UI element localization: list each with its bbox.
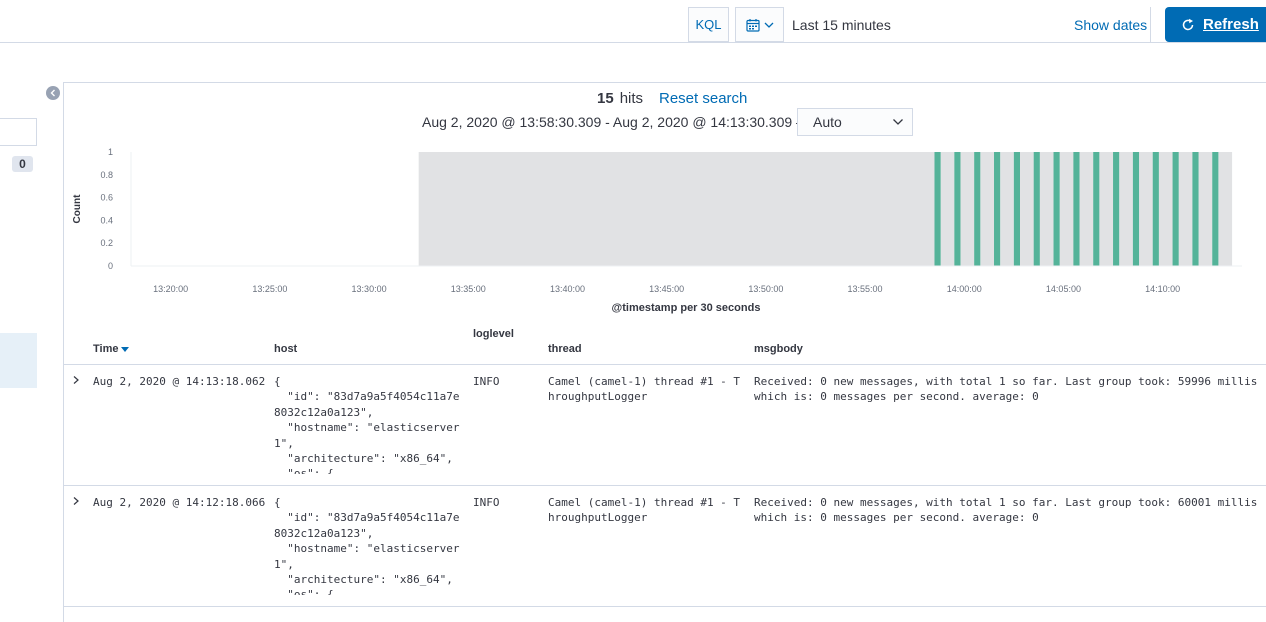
histogram-bar bbox=[1033, 152, 1040, 266]
x-tick-label: 14:00:00 bbox=[947, 284, 982, 294]
x-tick-label: 13:40:00 bbox=[550, 284, 585, 294]
chevron-down-icon bbox=[893, 119, 903, 125]
shaded-gap bbox=[980, 152, 995, 266]
histogram-bar bbox=[1113, 152, 1120, 266]
histogram-bar bbox=[1172, 152, 1179, 266]
cell-time: Aug 2, 2020 @ 14:13:18.062 bbox=[93, 375, 266, 388]
table-header: Time host loglevel thread msgbody bbox=[64, 320, 1266, 365]
x-tick-label: 13:55:00 bbox=[848, 284, 883, 294]
calendar-icon bbox=[745, 18, 760, 32]
shaded-gap bbox=[1198, 152, 1213, 266]
histogram-bar bbox=[994, 152, 1001, 266]
selected-field-item[interactable] bbox=[0, 333, 37, 388]
cell-thread: Camel (camel-1) thread #1 - ThroughputLo… bbox=[548, 375, 741, 404]
divider bbox=[1150, 7, 1151, 42]
column-header-thread[interactable]: thread bbox=[548, 343, 582, 355]
shaded-gap bbox=[1059, 152, 1074, 266]
column-header-host[interactable]: host bbox=[274, 343, 297, 355]
refresh-label: Refresh bbox=[1203, 16, 1259, 33]
refresh-button[interactable]: Refresh bbox=[1165, 7, 1266, 42]
column-header-time[interactable]: Time bbox=[93, 343, 130, 355]
histogram-bar bbox=[1073, 152, 1080, 266]
x-tick-label: 13:25:00 bbox=[252, 284, 287, 294]
histogram-bar bbox=[1093, 152, 1100, 266]
refresh-icon bbox=[1182, 18, 1194, 30]
column-header-msgbody[interactable]: msgbody bbox=[754, 343, 803, 355]
interval-select[interactable]: Auto bbox=[797, 108, 913, 136]
hits-label: hits bbox=[619, 90, 644, 107]
cell-host: { "id": "83d7a9a5f4054c11a7e8032c12a0a12… bbox=[274, 496, 460, 595]
y-tick-label: 0.4 bbox=[100, 215, 113, 225]
field-search-input[interactable] bbox=[0, 118, 37, 146]
histogram-bar bbox=[954, 152, 961, 266]
shaded-gap bbox=[1099, 152, 1114, 266]
y-tick-label: 0.8 bbox=[100, 170, 113, 180]
shaded-gap bbox=[1139, 152, 1153, 266]
quick-date-picker-button[interactable] bbox=[735, 7, 784, 42]
chevron-down-icon bbox=[764, 22, 773, 28]
x-tick-label: 14:10:00 bbox=[1145, 284, 1180, 294]
column-header-time-label: Time bbox=[93, 343, 119, 355]
cell-thread: Camel (camel-1) thread #1 - ThroughputLo… bbox=[548, 496, 741, 525]
x-tick-label: 13:50:00 bbox=[748, 284, 783, 294]
x-tick-label: 13:20:00 bbox=[153, 284, 188, 294]
histogram-bar bbox=[1212, 152, 1219, 266]
y-tick-label: 0.2 bbox=[100, 238, 113, 248]
histogram-bar bbox=[1192, 152, 1199, 266]
chevron-right-icon[interactable] bbox=[72, 375, 80, 385]
cell-host: { "id": "83d7a9a5f4054c11a7e8032c12a0a12… bbox=[274, 375, 460, 474]
shaded-gap bbox=[1079, 152, 1094, 266]
hits-count: 15 bbox=[597, 90, 614, 107]
reset-search-link[interactable]: Reset search bbox=[659, 90, 747, 107]
histogram-time-range: Aug 2, 2020 @ 13:58:30.309 - Aug 2, 2020… bbox=[422, 114, 811, 130]
shaded-gap bbox=[1000, 152, 1014, 266]
interval-value: Auto bbox=[813, 114, 842, 130]
y-tick-label: 1 bbox=[108, 147, 113, 157]
histogram-bar bbox=[934, 152, 941, 266]
shaded-gap bbox=[940, 152, 955, 266]
sort-descending-icon[interactable] bbox=[121, 346, 130, 352]
cell-loglevel: INFO bbox=[473, 496, 500, 509]
histogram-bar bbox=[1152, 152, 1159, 266]
collapse-sidebar-button[interactable] bbox=[46, 86, 60, 100]
kql-toggle-button[interactable]: KQL bbox=[688, 7, 729, 42]
histogram-bar bbox=[1053, 152, 1060, 266]
chevron-right-icon[interactable] bbox=[72, 496, 80, 506]
shaded-gap bbox=[1019, 152, 1034, 266]
y-tick-label: 0.6 bbox=[100, 193, 113, 203]
shaded-gap bbox=[1119, 152, 1133, 266]
x-tick-label: 13:35:00 bbox=[451, 284, 486, 294]
cell-msgbody: Received: 0 new messages, with total 1 s… bbox=[754, 375, 1264, 404]
x-tick-label: 14:05:00 bbox=[1046, 284, 1081, 294]
cell-time: Aug 2, 2020 @ 14:12:18.066 bbox=[93, 496, 266, 509]
time-range-label[interactable]: Last 15 minutes bbox=[792, 17, 891, 33]
shaded-gap bbox=[1178, 152, 1193, 266]
x-axis-label: @timestamp per 30 seconds bbox=[612, 302, 761, 314]
x-tick-label: 13:30:00 bbox=[352, 284, 387, 294]
shaded-time-region bbox=[418, 152, 935, 266]
filter-count-badge: 0 bbox=[12, 156, 33, 172]
table-row: Aug 2, 2020 @ 14:12:18.066 { "id": "83d7… bbox=[64, 486, 1266, 607]
histogram-bar bbox=[974, 152, 981, 266]
query-bar: KQL Last 15 minutes Show dates Refresh bbox=[0, 0, 1266, 43]
column-header-loglevel[interactable]: loglevel bbox=[473, 328, 514, 340]
hits-summary: 15 hits bbox=[597, 90, 643, 107]
show-dates-link[interactable]: Show dates bbox=[1074, 17, 1147, 33]
histogram-chart: 0 0.2 0.4 0.6 0.8 1 13:20:00 13:25:00 13:30:00 13… bbox=[72, 147, 1242, 314]
cell-msgbody: Received: 0 new messages, with total 1 s… bbox=[754, 496, 1264, 525]
shaded-gap bbox=[960, 152, 975, 266]
cell-loglevel: INFO bbox=[473, 375, 500, 388]
shaded-gap bbox=[1158, 152, 1173, 266]
table-row: Aug 2, 2020 @ 14:13:18.062 { "id": "83d7… bbox=[64, 365, 1266, 486]
x-tick-label: 13:45:00 bbox=[649, 284, 684, 294]
y-axis-label: Count bbox=[72, 194, 83, 224]
shaded-gap bbox=[1039, 152, 1054, 266]
chevron-left-icon bbox=[50, 89, 55, 97]
histogram-bar bbox=[1132, 152, 1140, 266]
shaded-gap bbox=[1218, 152, 1233, 266]
histogram-bar bbox=[1013, 152, 1020, 266]
y-tick-label: 0 bbox=[108, 261, 113, 271]
